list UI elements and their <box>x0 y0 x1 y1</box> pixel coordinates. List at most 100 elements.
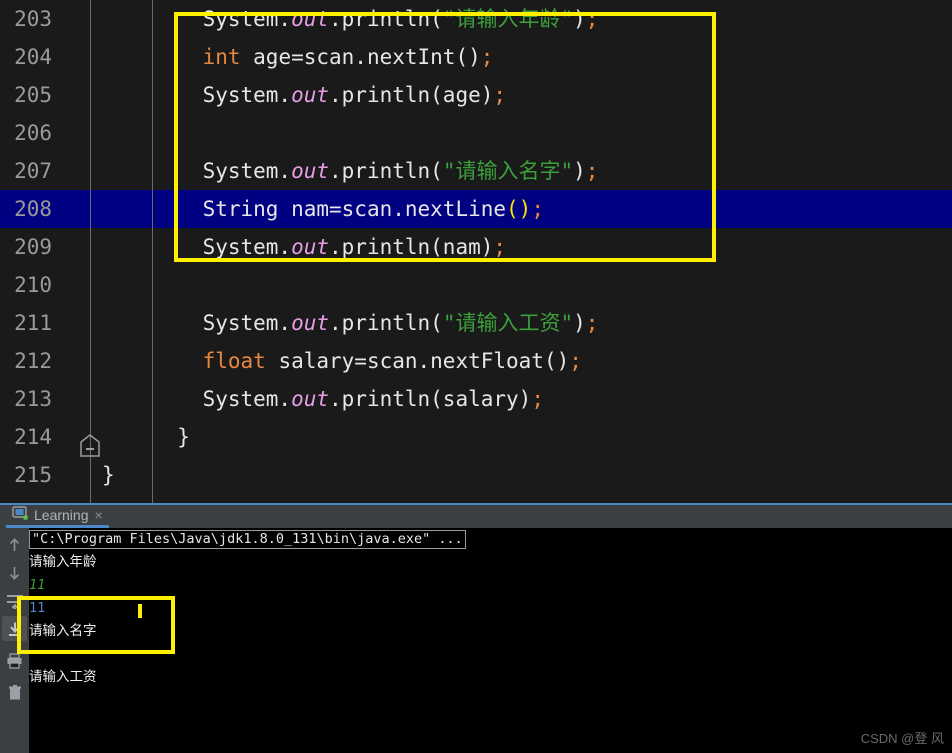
watermark-text: CSDN @登 风 <box>860 731 944 746</box>
line-number: 208 <box>14 197 52 221</box>
console-command-text: "C:\Program Files\Java\jdk1.8.0_131\bin\… <box>29 530 466 549</box>
scroll-to-end-icon[interactable] <box>2 616 27 641</box>
code-token: .println(nam) <box>329 235 494 259</box>
line-number: 210 <box>14 273 52 297</box>
code-token: out <box>291 83 330 107</box>
collapse-fold-icon[interactable] <box>78 433 102 459</box>
console-input-caret <box>138 604 142 618</box>
code-token: ; <box>585 7 599 31</box>
indent-guide <box>152 285 153 445</box>
line-number: 205 <box>14 83 52 107</box>
code-token: out <box>291 311 330 335</box>
code-token: out <box>291 235 330 259</box>
code-token: ; <box>480 45 494 69</box>
code-token: ) <box>573 7 586 31</box>
code-line[interactable]: 207 System.out.println("请输入名字"); <box>0 152 952 190</box>
code-token: "请输入名字" <box>442 159 574 183</box>
code-line-text: int age=scan.nextInt(); <box>152 38 494 76</box>
code-token: System. <box>152 7 292 31</box>
code-token: .println( <box>329 311 443 335</box>
line-number: 207 <box>14 159 52 183</box>
line-number: 213 <box>14 387 52 411</box>
code-token: out <box>291 159 330 183</box>
run-console-panel[interactable]: "C:\Program Files\Java\jdk1.8.0_131\bin\… <box>0 528 952 753</box>
code-token: out <box>291 387 330 411</box>
code-line[interactable]: 212 float salary=scan.nextFloat(); <box>0 342 952 380</box>
code-line[interactable]: 210 <box>0 266 952 304</box>
code-line[interactable]: 209 System.out.println(nam); <box>0 228 952 266</box>
line-number: 204 <box>14 45 52 69</box>
code-line-text: } <box>152 418 190 456</box>
code-line[interactable]: 203 System.out.println("请输入年龄"); <box>0 0 952 38</box>
code-lines-container[interactable]: 203 System.out.println("请输入年龄"); 204 int … <box>0 0 952 494</box>
code-token: ) <box>573 159 586 183</box>
line-number: 212 <box>14 349 52 373</box>
code-token: .println( <box>329 159 443 183</box>
console-line: 请输入年龄 <box>29 554 97 570</box>
code-token: nam=scan.nextLine <box>278 197 507 221</box>
code-token: System. <box>152 235 292 259</box>
code-token: ) <box>573 311 586 335</box>
line-number: 214 <box>14 425 52 449</box>
print-icon[interactable] <box>2 648 27 673</box>
code-line[interactable]: 208 String nam=scan.nextLine(); <box>0 190 952 228</box>
console-line: 11 <box>29 600 46 616</box>
code-line[interactable]: 204 int age=scan.nextInt(); <box>0 38 952 76</box>
code-line[interactable]: 211 System.out.println("请输入工资"); <box>0 304 952 342</box>
code-token: ; <box>531 387 544 411</box>
code-line[interactable]: 213 System.out.println(salary); <box>0 380 952 418</box>
code-line[interactable]: 215} <box>0 456 952 494</box>
line-number: 215 <box>14 463 52 487</box>
code-line-text: System.out.println("请输入名字"); <box>152 152 599 190</box>
code-token: System. <box>152 83 292 107</box>
code-line[interactable]: 205 System.out.println(age); <box>0 76 952 114</box>
console-command-line: "C:\Program Files\Java\jdk1.8.0_131\bin\… <box>29 528 952 551</box>
code-line[interactable]: 214 } <box>0 418 952 456</box>
scroll-up-icon[interactable] <box>2 532 27 557</box>
code-token: } <box>152 425 190 449</box>
code-token: System. <box>152 159 292 183</box>
code-token: out <box>291 7 330 31</box>
line-number: 206 <box>14 121 52 145</box>
run-tab-strip[interactable]: Learning × <box>0 503 952 528</box>
code-token: salary=scan.nextFloat() <box>265 349 570 373</box>
code-line[interactable]: 206 <box>0 114 952 152</box>
code-token: "请输入年龄" <box>442 7 574 31</box>
code-line-text: System.out.println(salary); <box>152 380 544 418</box>
console-line: 11 <box>29 577 46 593</box>
code-token: .println(salary) <box>329 387 532 411</box>
code-token: ; <box>493 83 507 107</box>
code-editor[interactable]: 203 System.out.println("请输入年龄"); 204 int … <box>0 0 952 503</box>
code-token: ; <box>585 311 599 335</box>
console-output[interactable]: "C:\Program Files\Java\jdk1.8.0_131\bin\… <box>29 528 952 753</box>
code-line-text: System.out.println("请输入工资"); <box>152 304 599 342</box>
code-token: () <box>506 197 532 221</box>
console-line: 请输入名字 <box>29 623 97 639</box>
tab-close-icon[interactable]: × <box>95 508 103 522</box>
tab-learning[interactable]: Learning × <box>6 505 109 528</box>
scroll-down-icon[interactable] <box>2 560 27 585</box>
console-lines-container: 请输入年龄 11 11 请输入名字请输入工资 <box>29 551 952 689</box>
console-line: 请输入工资 <box>29 669 97 685</box>
code-token: ; <box>493 235 507 259</box>
line-number: 203 <box>14 7 52 31</box>
code-token: int <box>202 45 241 69</box>
console-toolbar[interactable] <box>0 528 29 753</box>
code-token: } <box>102 463 115 487</box>
code-token: float <box>202 349 266 373</box>
line-number: 211 <box>14 311 52 335</box>
code-token: age=scan.nextInt() <box>240 45 481 69</box>
code-line-text: System.out.println(age); <box>152 76 506 114</box>
code-line-text: String nam=scan.nextLine(); <box>152 190 544 228</box>
run-configuration-icon <box>12 505 28 525</box>
code-token: .println( <box>329 7 443 31</box>
clear-all-icon[interactable] <box>2 680 27 705</box>
code-line-text: float salary=scan.nextFloat(); <box>152 342 582 380</box>
code-line-text: System.out.println(nam); <box>152 228 506 266</box>
soft-wrap-icon[interactable] <box>2 588 27 613</box>
code-token: System. <box>152 387 292 411</box>
